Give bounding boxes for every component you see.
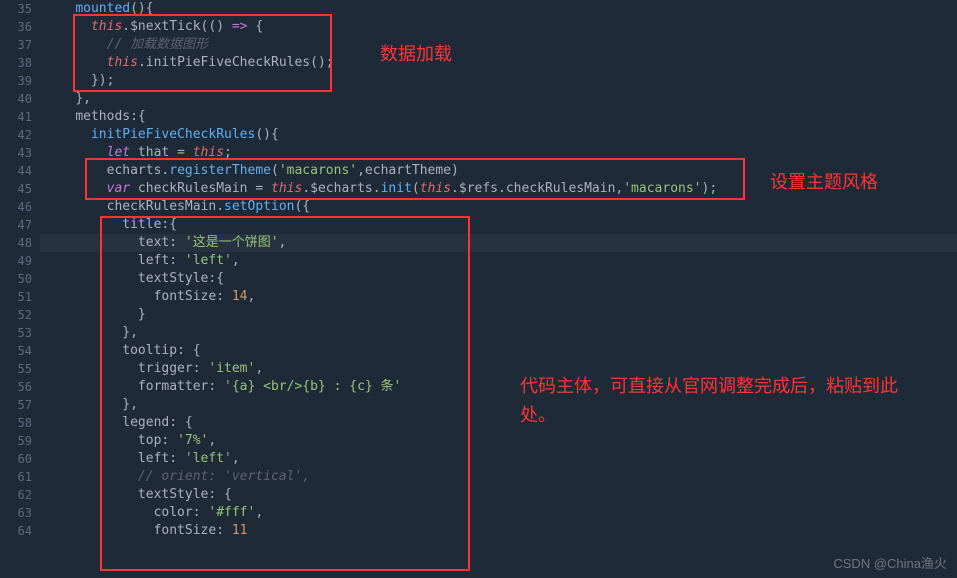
code-line: }, [44, 90, 957, 108]
line-number: 63 [0, 504, 32, 522]
code-line: fontSize: 11 [44, 522, 957, 540]
line-number: 38 [0, 54, 32, 72]
line-number: 49 [0, 252, 32, 270]
line-number: 37 [0, 36, 32, 54]
line-number: 45 [0, 180, 32, 198]
code-line: } [44, 306, 957, 324]
line-number: 55 [0, 360, 32, 378]
code-line: // orient: 'vertical', [44, 468, 957, 486]
code-line: }, [44, 396, 957, 414]
line-number: 56 [0, 378, 32, 396]
code-line: fontSize: 14, [44, 288, 957, 306]
line-number: 58 [0, 414, 32, 432]
line-number: 40 [0, 90, 32, 108]
code-line: left: 'left', [44, 450, 957, 468]
line-number: 46 [0, 198, 32, 216]
line-number: 48 [0, 234, 32, 252]
line-number: 50 [0, 270, 32, 288]
code-line: }); [44, 72, 957, 90]
code-line: let that = this; [44, 144, 957, 162]
code-line: echarts.registerTheme('macarons',echartT… [44, 162, 957, 180]
line-number-gutter: 35 36 37 38 39 40 41 42 43 44 45 46 47 4… [0, 0, 40, 578]
code-line: var checkRulesMain = this.$echarts.init(… [44, 180, 957, 198]
code-line: text: '这是一个饼图', [44, 234, 957, 252]
line-number: 57 [0, 396, 32, 414]
code-line: textStyle: { [44, 486, 957, 504]
code-line: this.initPieFiveCheckRules(); [44, 54, 957, 72]
line-number: 64 [0, 522, 32, 540]
line-number: 59 [0, 432, 32, 450]
code-line: trigger: 'item', [44, 360, 957, 378]
code-line: title:{ [44, 216, 957, 234]
code-line: methods:{ [44, 108, 957, 126]
line-number: 52 [0, 306, 32, 324]
line-number: 51 [0, 288, 32, 306]
code-line: color: '#fff', [44, 504, 957, 522]
line-number: 53 [0, 324, 32, 342]
code-area[interactable]: mounted(){ this.$nextTick(() => { // 加载数… [40, 0, 957, 578]
code-line: }, [44, 324, 957, 342]
line-number: 41 [0, 108, 32, 126]
code-line: checkRulesMain.setOption({ [44, 198, 957, 216]
code-editor[interactable]: 35 36 37 38 39 40 41 42 43 44 45 46 47 4… [0, 0, 957, 578]
line-number: 35 [0, 0, 32, 18]
line-number: 54 [0, 342, 32, 360]
code-line: top: '7%', [44, 432, 957, 450]
code-line: tooltip: { [44, 342, 957, 360]
code-line: textStyle:{ [44, 270, 957, 288]
line-number: 43 [0, 144, 32, 162]
line-number: 60 [0, 450, 32, 468]
line-number: 36 [0, 18, 32, 36]
line-number: 42 [0, 126, 32, 144]
line-number: 47 [0, 216, 32, 234]
code-line: initPieFiveCheckRules(){ [44, 126, 957, 144]
line-number: 44 [0, 162, 32, 180]
code-line: formatter: '{a} <br/>{b} : {c} 条' [44, 378, 957, 396]
watermark: CSDN @China渔火 [833, 553, 947, 572]
code-line: legend: { [44, 414, 957, 432]
line-number: 39 [0, 72, 32, 90]
code-line: mounted(){ [44, 0, 957, 18]
code-line: left: 'left', [44, 252, 957, 270]
code-line: this.$nextTick(() => { [44, 18, 957, 36]
line-number: 62 [0, 486, 32, 504]
code-line: // 加载数据图形 [44, 36, 957, 54]
line-number: 61 [0, 468, 32, 486]
